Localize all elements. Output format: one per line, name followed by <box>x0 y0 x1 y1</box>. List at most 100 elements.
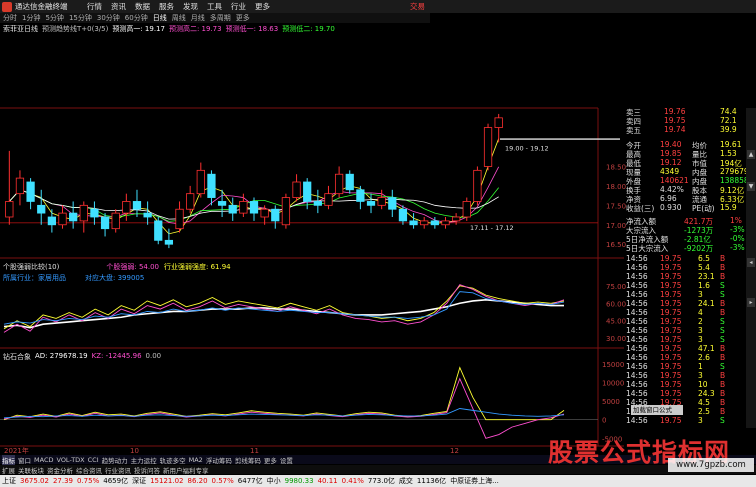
candle-body <box>324 193 333 206</box>
indicator-tab[interactable]: CCI <box>88 456 99 464</box>
panel-toggle-icon[interactable]: ◂ <box>747 258 755 267</box>
indicator-tab[interactable]: 剪线筹码 <box>235 455 261 465</box>
status-item: 773.0亿 <box>367 477 395 485</box>
panel-toggle2-icon[interactable]: ▸ <box>747 298 755 307</box>
stat-value: 138858 <box>720 176 749 185</box>
tick-side: S <box>720 416 725 425</box>
tick-volume: 1 <box>698 362 703 371</box>
tick-side: B <box>720 371 726 380</box>
tick-volume: 3 <box>698 371 703 380</box>
indicator-tab[interactable]: MACD <box>34 456 53 464</box>
tick-row: 14:56 19.75 24.3 B <box>624 389 756 398</box>
tick-volume: 24.3 <box>698 389 715 398</box>
candle-body <box>37 204 46 214</box>
ask-price: 19.76 <box>664 107 686 116</box>
tick-volume: 47.1 <box>698 344 715 353</box>
ask-price: 19.75 <box>664 116 686 125</box>
indicator-tab[interactable]: 设置 <box>280 455 293 465</box>
tick-price: 19.75 <box>660 263 682 272</box>
tick-side: S <box>720 362 725 371</box>
strength-indicator-name[interactable]: 个股强弱比较(10) <box>3 262 59 272</box>
indicator-tab[interactable]: 指标 <box>2 454 15 465</box>
indicator-tab[interactable]: 主力运控 <box>131 455 157 465</box>
indicator-tab[interactable]: MA2 <box>189 456 203 464</box>
tick-time: 14:56 <box>626 281 648 290</box>
tick-volume: 2.5 <box>698 407 710 416</box>
tick-side: B <box>720 299 726 308</box>
tick-row: 14:56 19.75 1.6 S <box>624 281 756 290</box>
stat-row: 换手 4.42% 股本 9.12亿 <box>624 185 756 195</box>
candle-body <box>313 201 322 206</box>
tick-price: 19.75 <box>660 281 682 290</box>
status-item: 3675.02 <box>20 477 49 485</box>
formula-tooltip: 加载窗口公式 <box>631 405 683 415</box>
info-tab[interactable]: 新用户福利专享 <box>163 465 209 475</box>
scroll-up-icon[interactable]: ▲ <box>747 150 755 159</box>
tick-volume: 3 <box>698 326 703 335</box>
tick-side: S <box>720 335 725 344</box>
status-item: 15121.02 <box>150 477 184 485</box>
status-item: 中小 <box>266 477 281 485</box>
indicator-tab[interactable]: 趋势动力 <box>102 455 128 465</box>
tick-side: S <box>720 290 725 299</box>
info-tab[interactable]: 行业资讯 <box>105 465 131 475</box>
status-item: 上证 <box>2 477 16 485</box>
indicator-tab[interactable]: 更多 <box>264 455 277 465</box>
flow-percent: 1% <box>730 216 742 225</box>
candle-body <box>260 208 269 218</box>
indicator-tab[interactable]: 窗口 <box>18 455 31 465</box>
tick-volume: 10 <box>698 380 708 389</box>
indicator-tab[interactable]: 浮动筹码 <box>206 455 232 465</box>
flow-label: 5日大宗流入 <box>626 244 669 253</box>
stat-value: 19.12 <box>660 158 682 167</box>
candle-body <box>90 208 99 218</box>
tick-time: 14:56 <box>626 380 648 389</box>
kz-value: KZ: -12445.96 <box>91 352 142 360</box>
candle-body <box>186 193 195 210</box>
info-tab[interactable]: 资金分析 <box>47 465 73 475</box>
tick-price: 19.75 <box>660 290 682 299</box>
tick-time: 14:56 <box>626 263 648 272</box>
ask-volume: 72.1 <box>720 116 737 125</box>
tick-row: 14:56 19.75 3 S <box>624 416 756 425</box>
flow-percent: -0% <box>730 234 745 243</box>
candle-body <box>47 216 56 226</box>
stat-value: 19.85 <box>660 149 682 158</box>
tick-volume: 4.5 <box>698 398 710 407</box>
strength-line <box>3 285 565 330</box>
tick-row: 14:56 19.75 6.5 B <box>624 254 756 263</box>
info-tab[interactable]: 投诉问答 <box>134 465 160 475</box>
ind2-axis-label: 15000 <box>602 361 624 369</box>
candle-body <box>271 208 280 222</box>
info-tab[interactable]: 综合资讯 <box>76 465 102 475</box>
candle-body <box>69 212 78 222</box>
low-marker-label: 17.11 - 17.12 <box>470 224 514 232</box>
tick-time: 14:56 <box>626 254 648 263</box>
candle-body <box>79 204 88 222</box>
info-tab[interactable]: 关联板块 <box>18 465 44 475</box>
stat-value: 140621 <box>660 176 689 185</box>
tick-row: 14:56 19.75 3 B <box>624 371 756 380</box>
stat-value: 0.930 <box>660 203 682 212</box>
high-marker <box>500 138 620 140</box>
tick-time: 14:56 <box>626 335 648 344</box>
candle-body <box>239 201 248 214</box>
scroll-down-icon[interactable]: ▼ <box>747 182 755 191</box>
tick-time: 14:56 <box>626 299 648 308</box>
status-item: 成交 <box>398 477 413 485</box>
zero-value: 0.00 <box>145 352 162 360</box>
tick-side: B <box>720 398 726 407</box>
flow-row: 5日大宗流入 -9202万 -3% <box>624 243 756 253</box>
tick-price: 19.75 <box>660 335 682 344</box>
stat-label: PE(动) <box>692 204 715 213</box>
info-tab[interactable]: 扩展 <box>2 465 15 475</box>
indicator-tab[interactable]: VOL-TDX <box>56 456 84 464</box>
indicator-tab[interactable]: 轨迹多空 <box>160 455 186 465</box>
high-marker-label: 19.00 - 19.12 <box>505 144 549 152</box>
industry-strength-value: 行业强弱强度: 61.94 <box>164 263 231 271</box>
tick-time: 14:56 <box>626 371 648 380</box>
diamond-indicator-name[interactable]: 钻石合象 <box>3 352 31 362</box>
vertical-scrollbar[interactable]: ▲ ▼ ◂ ▸ <box>746 108 756 428</box>
stat-row: 现量 4349 内盘 279679 <box>624 167 756 177</box>
tick-price: 19.75 <box>660 317 682 326</box>
